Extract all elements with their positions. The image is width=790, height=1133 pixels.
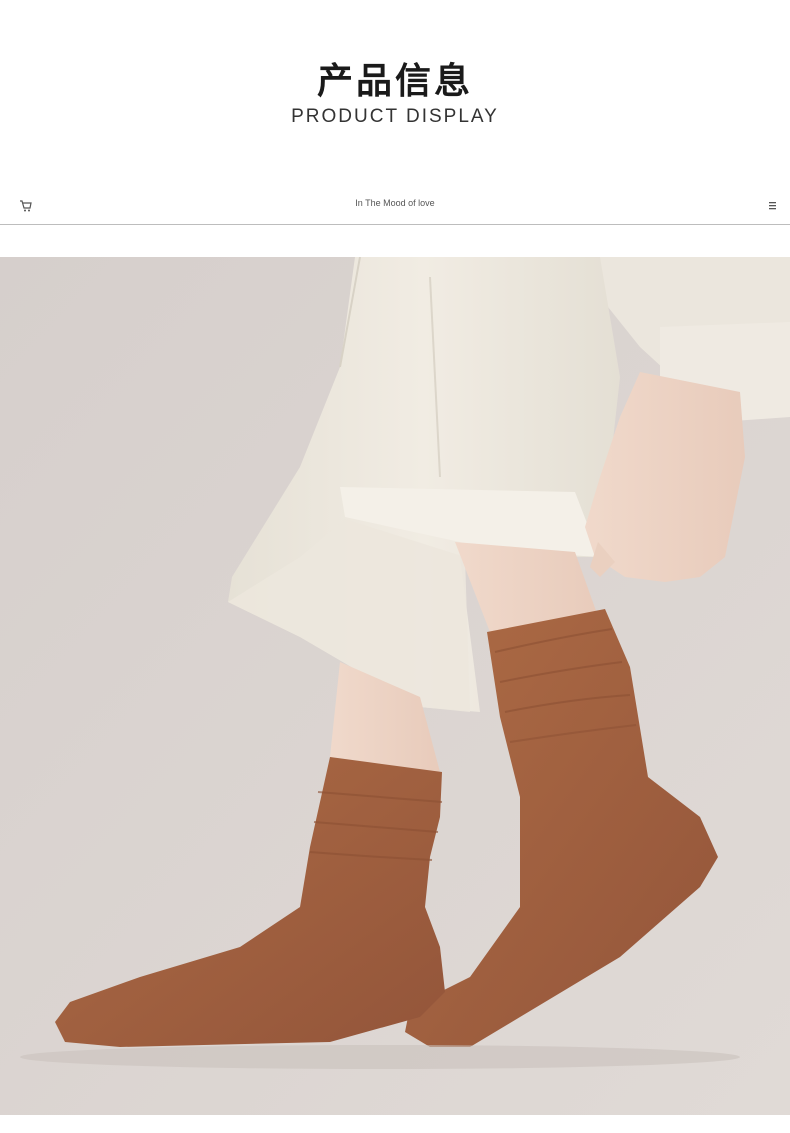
header-divider: [0, 224, 790, 225]
section-title-en: PRODUCT DISPLAY: [291, 106, 499, 127]
section-title-cn: 产品信息: [316, 61, 473, 102]
product-info-header: 产品信息 PRODUCT DISPLAY In The Mood of love: [0, 0, 790, 230]
menu-icon: [767, 198, 779, 212]
tagline-text: In The Mood of love: [355, 198, 435, 208]
decorative-bar: In The Mood of love: [0, 192, 790, 218]
product-photo: [0, 257, 790, 1115]
product-photo-illustration: [0, 257, 790, 1115]
